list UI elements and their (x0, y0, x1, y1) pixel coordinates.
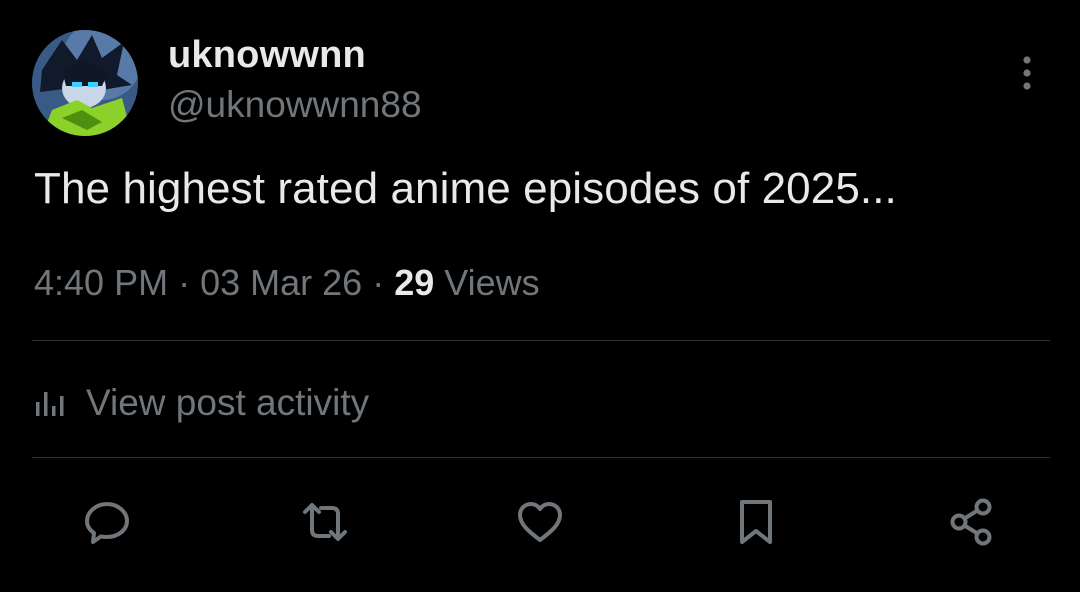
post-meta: 4:40 PM · 03 Mar 26 · 29 Views (34, 262, 540, 304)
view-post-activity-link[interactable]: View post activity (34, 378, 369, 428)
display-name[interactable]: uknowwnn (168, 34, 366, 77)
views-count: 29 (394, 262, 435, 303)
bookmark-button[interactable] (728, 494, 784, 550)
more-options-button[interactable] (1010, 52, 1044, 96)
heart-icon (518, 502, 562, 542)
share-button[interactable] (943, 494, 999, 550)
reply-icon (85, 502, 129, 544)
post-time[interactable]: 4:40 PM (34, 262, 168, 303)
meta-separator: · (178, 262, 201, 303)
more-vertical-icon (1023, 56, 1031, 90)
user-handle[interactable]: @uknowwnn88 (168, 84, 422, 126)
divider (32, 340, 1050, 341)
activity-label: View post activity (86, 382, 370, 423)
avatar[interactable] (32, 30, 138, 136)
bar-chart-icon (36, 392, 64, 416)
reply-button[interactable] (79, 494, 135, 550)
bookmark-icon (740, 500, 772, 544)
repost-icon (303, 503, 347, 541)
post-date[interactable]: 03 Mar 26 (200, 262, 362, 303)
post-text: The highest rated anime episodes of 2025… (34, 164, 897, 213)
repost-button[interactable] (297, 494, 353, 550)
avatar-image (32, 30, 138, 136)
divider (32, 457, 1050, 458)
meta-separator: · (372, 262, 395, 303)
views-label: Views (444, 262, 540, 303)
post-detail: uknowwnn @uknowwnn88 The highest rated a… (0, 0, 1080, 592)
share-icon (950, 498, 992, 546)
like-button[interactable] (512, 494, 568, 550)
